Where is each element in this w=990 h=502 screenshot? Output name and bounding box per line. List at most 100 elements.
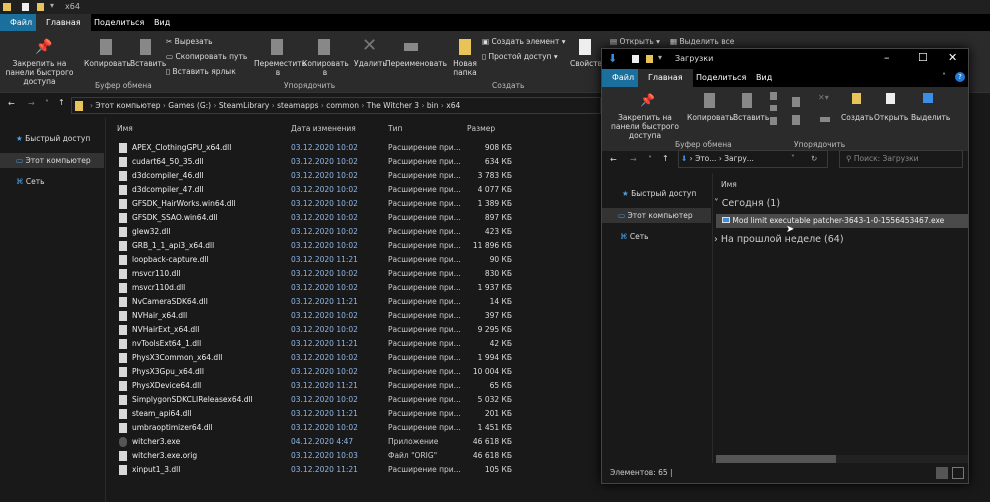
address-dropdown-icon[interactable]: ˅ [791,151,795,167]
breadcrumb-item[interactable]: Этот компьютер [95,101,160,110]
easy-access-button[interactable]: ▯ Простой доступ ▾ [482,52,558,61]
nav-this-pc[interactable]: ▭ Этот компьютер [602,208,711,223]
paste-shortcut-button[interactable]: ▯ Вставить ярлык [166,67,236,76]
file-row-selected[interactable]: Mod limit executable patcher-3643-1-0-15… [716,214,968,228]
new-folder-button[interactable]: Новая папка [450,59,480,77]
select-button[interactable]: Выделить [911,113,950,122]
create-button[interactable]: Создать [841,113,873,122]
file-row[interactable]: steam_api64.dll 03.12.2020 11:21 Расширени… [110,407,520,421]
new-folder-icon[interactable] [646,55,653,63]
rename-icon[interactable] [820,117,830,122]
breadcrumb-item[interactable]: Это... [695,154,716,163]
breadcrumb-separator[interactable]: › [211,101,219,110]
select-all-button[interactable]: ▦ Выделить все [670,37,734,46]
move-to-icon[interactable] [792,97,800,107]
column-header-name[interactable]: Имя [117,122,133,136]
copy-button[interactable]: Копировать [687,113,734,122]
collapse-ribbon-icon[interactable]: ˄ [942,72,946,81]
breadcrumb-item[interactable]: Games (G:) [168,101,211,110]
copy-button[interactable]: Копировать [84,59,131,68]
file-row[interactable]: nvToolsExt64_1.dll 03.12.2020 11:21 Расшир… [110,337,520,351]
breadcrumb-item[interactable]: The Witcher 3 [367,101,419,110]
file-row[interactable]: cudart64_50_35.dll 03.12.2020 10:02 Расшир… [110,155,520,169]
pin-quick-access-button[interactable]: Закрепить на панели быстрого доступа [606,113,684,140]
file-row[interactable]: APEX_ClothingGPU_x64.dll 03.12.2020 10:02… [110,141,520,155]
tab-home[interactable]: Главная [638,69,693,87]
file-row[interactable]: witcher3.exe.orig 03.12.2020 10:03 Файл "O… [110,449,520,463]
large-icons-view-button[interactable] [952,467,964,479]
maximize-button[interactable]: ☐ [918,51,928,64]
recent-dropdown-icon[interactable]: ˅ [45,99,49,108]
breadcrumb-item[interactable]: common [326,101,359,110]
file-row[interactable]: d3dcompiler_47.dll 03.12.2020 10:02 Расшир… [110,183,520,197]
forward-icon[interactable]: → [630,155,637,164]
cut-button[interactable]: ✂ Вырезать [166,37,213,46]
file-row[interactable]: NvCameraSDK64.dll 03.12.2020 11:21 Расшире… [110,295,520,309]
copy-path-button[interactable]: ▭ Скопировать путь [166,52,247,61]
recent-dropdown-icon[interactable]: ˅ [648,155,652,164]
file-row[interactable]: glew32.dll 03.12.2020 10:02 Расширение при… [110,225,520,239]
nav-this-pc[interactable]: ▭ Этот компьютер [0,153,104,168]
column-header-name[interactable]: Имя [721,180,737,189]
nav-quick-access[interactable]: ★ Быстрый доступ [622,189,696,198]
breadcrumb-item[interactable]: bin [427,101,439,110]
breadcrumb[interactable]: ⬇ › Это... › Загру... ˅ ↻ [678,150,828,168]
qat-dropdown-icon[interactable]: ▾ [658,53,662,62]
tab-home[interactable]: Главная [36,14,91,31]
tab-view[interactable]: Вид [746,69,782,86]
delete-button[interactable]: Удалить [354,59,387,68]
group-last-week[interactable]: › На прошлой неделе (64) [714,234,844,245]
copy-to-button[interactable]: Копировать в [302,59,349,77]
nav-network[interactable]: ⌘ Сеть [16,177,45,186]
file-row[interactable]: msvcr110d.dll 03.12.2020 10:02 Расширение … [110,281,520,295]
horizontal-scrollbar[interactable] [716,455,968,463]
new-item-button[interactable]: ▣ Создать элемент ▾ [482,37,565,46]
back-icon[interactable]: ← [8,99,15,108]
move-to-button[interactable]: Переместить в [254,59,306,77]
breadcrumb-separator[interactable]: › [269,101,277,110]
cut-icon[interactable] [770,92,777,100]
file-row[interactable]: d3dcompiler_46.dll 03.12.2020 10:02 Расшир… [110,169,520,183]
nav-quick-access[interactable]: ★ Быстрый доступ [16,134,90,143]
back-icon[interactable]: ← [610,155,617,164]
breadcrumb-separator[interactable]: › [419,101,427,110]
file-row[interactable]: GFSDK_HairWorks.win64.dll 03.12.2020 10:0… [110,197,520,211]
scrollbar-thumb[interactable] [716,455,836,463]
file-row[interactable]: GRB_1_1_api3_x64.dll 03.12.2020 10:02 Расш… [110,239,520,253]
open-button[interactable]: ▤ Открыть ▾ [610,37,660,46]
file-row[interactable]: loopback-capture.dll 03.12.2020 11:21 Расш… [110,253,520,267]
new-folder-icon[interactable] [37,3,44,11]
rename-button[interactable]: Переименовать [385,59,447,68]
properties-icon[interactable] [22,3,29,11]
file-row[interactable]: msvcr110.dll 03.12.2020 10:02 Расширение п… [110,267,520,281]
breadcrumb-item[interactable]: SteamLibrary [219,101,269,110]
delete-icon[interactable]: ✕▾ [818,93,829,102]
up-icon[interactable]: ↑ [662,154,669,163]
file-row[interactable]: PhysX3Gpu_x64.dll 03.12.2020 10:02 Расшире… [110,365,520,379]
file-row[interactable]: umbraoptimizer64.dll 03.12.2020 10:02 Расш… [110,421,520,435]
file-row[interactable]: PhysXDevice64.dll 03.12.2020 11:21 Расшире… [110,379,520,393]
file-row[interactable]: xinput1_3.dll 03.12.2020 11:21 Расширение … [110,463,520,477]
nav-network[interactable]: ⌘ Сеть [620,232,649,241]
copy-to-icon[interactable] [792,115,800,125]
breadcrumb[interactable]: › Этот компьютер › Games (G:) › SteamLib… [71,97,601,114]
pin-quick-access-button[interactable]: Закрепить на панели быстрого доступа [2,59,77,86]
column-header-type[interactable]: Тип [388,122,402,136]
group-today[interactable]: ˅ Сегодня (1) [714,198,780,209]
paste-button[interactable]: Вставить [733,113,769,122]
qat-dropdown-icon[interactable]: ▾ [50,1,54,10]
file-row[interactable]: GFSDK_SSAO.win64.dll 03.12.2020 10:02 Расш… [110,211,520,225]
close-button[interactable]: ✕ [948,51,957,64]
tab-view[interactable]: Вид [144,14,180,31]
forward-icon[interactable]: → [28,99,35,108]
paste-button[interactable]: Вставить [130,59,166,68]
file-row[interactable]: SimplygonSDKCLIReleasex64.dll 03.12.2020 … [110,393,520,407]
breadcrumb-item[interactable]: x64 [446,101,460,110]
help-icon[interactable]: ? [955,72,965,82]
properties-icon[interactable] [632,55,639,63]
column-header-size[interactable]: Размер [467,122,495,136]
minimize-button[interactable]: – [884,51,890,64]
file-row[interactable]: witcher3.exe 04.12.2020 4:47 Приложение 46 … [110,435,520,449]
paste-shortcut-icon[interactable] [770,117,777,125]
column-header-date[interactable]: Дата изменения [291,122,356,136]
